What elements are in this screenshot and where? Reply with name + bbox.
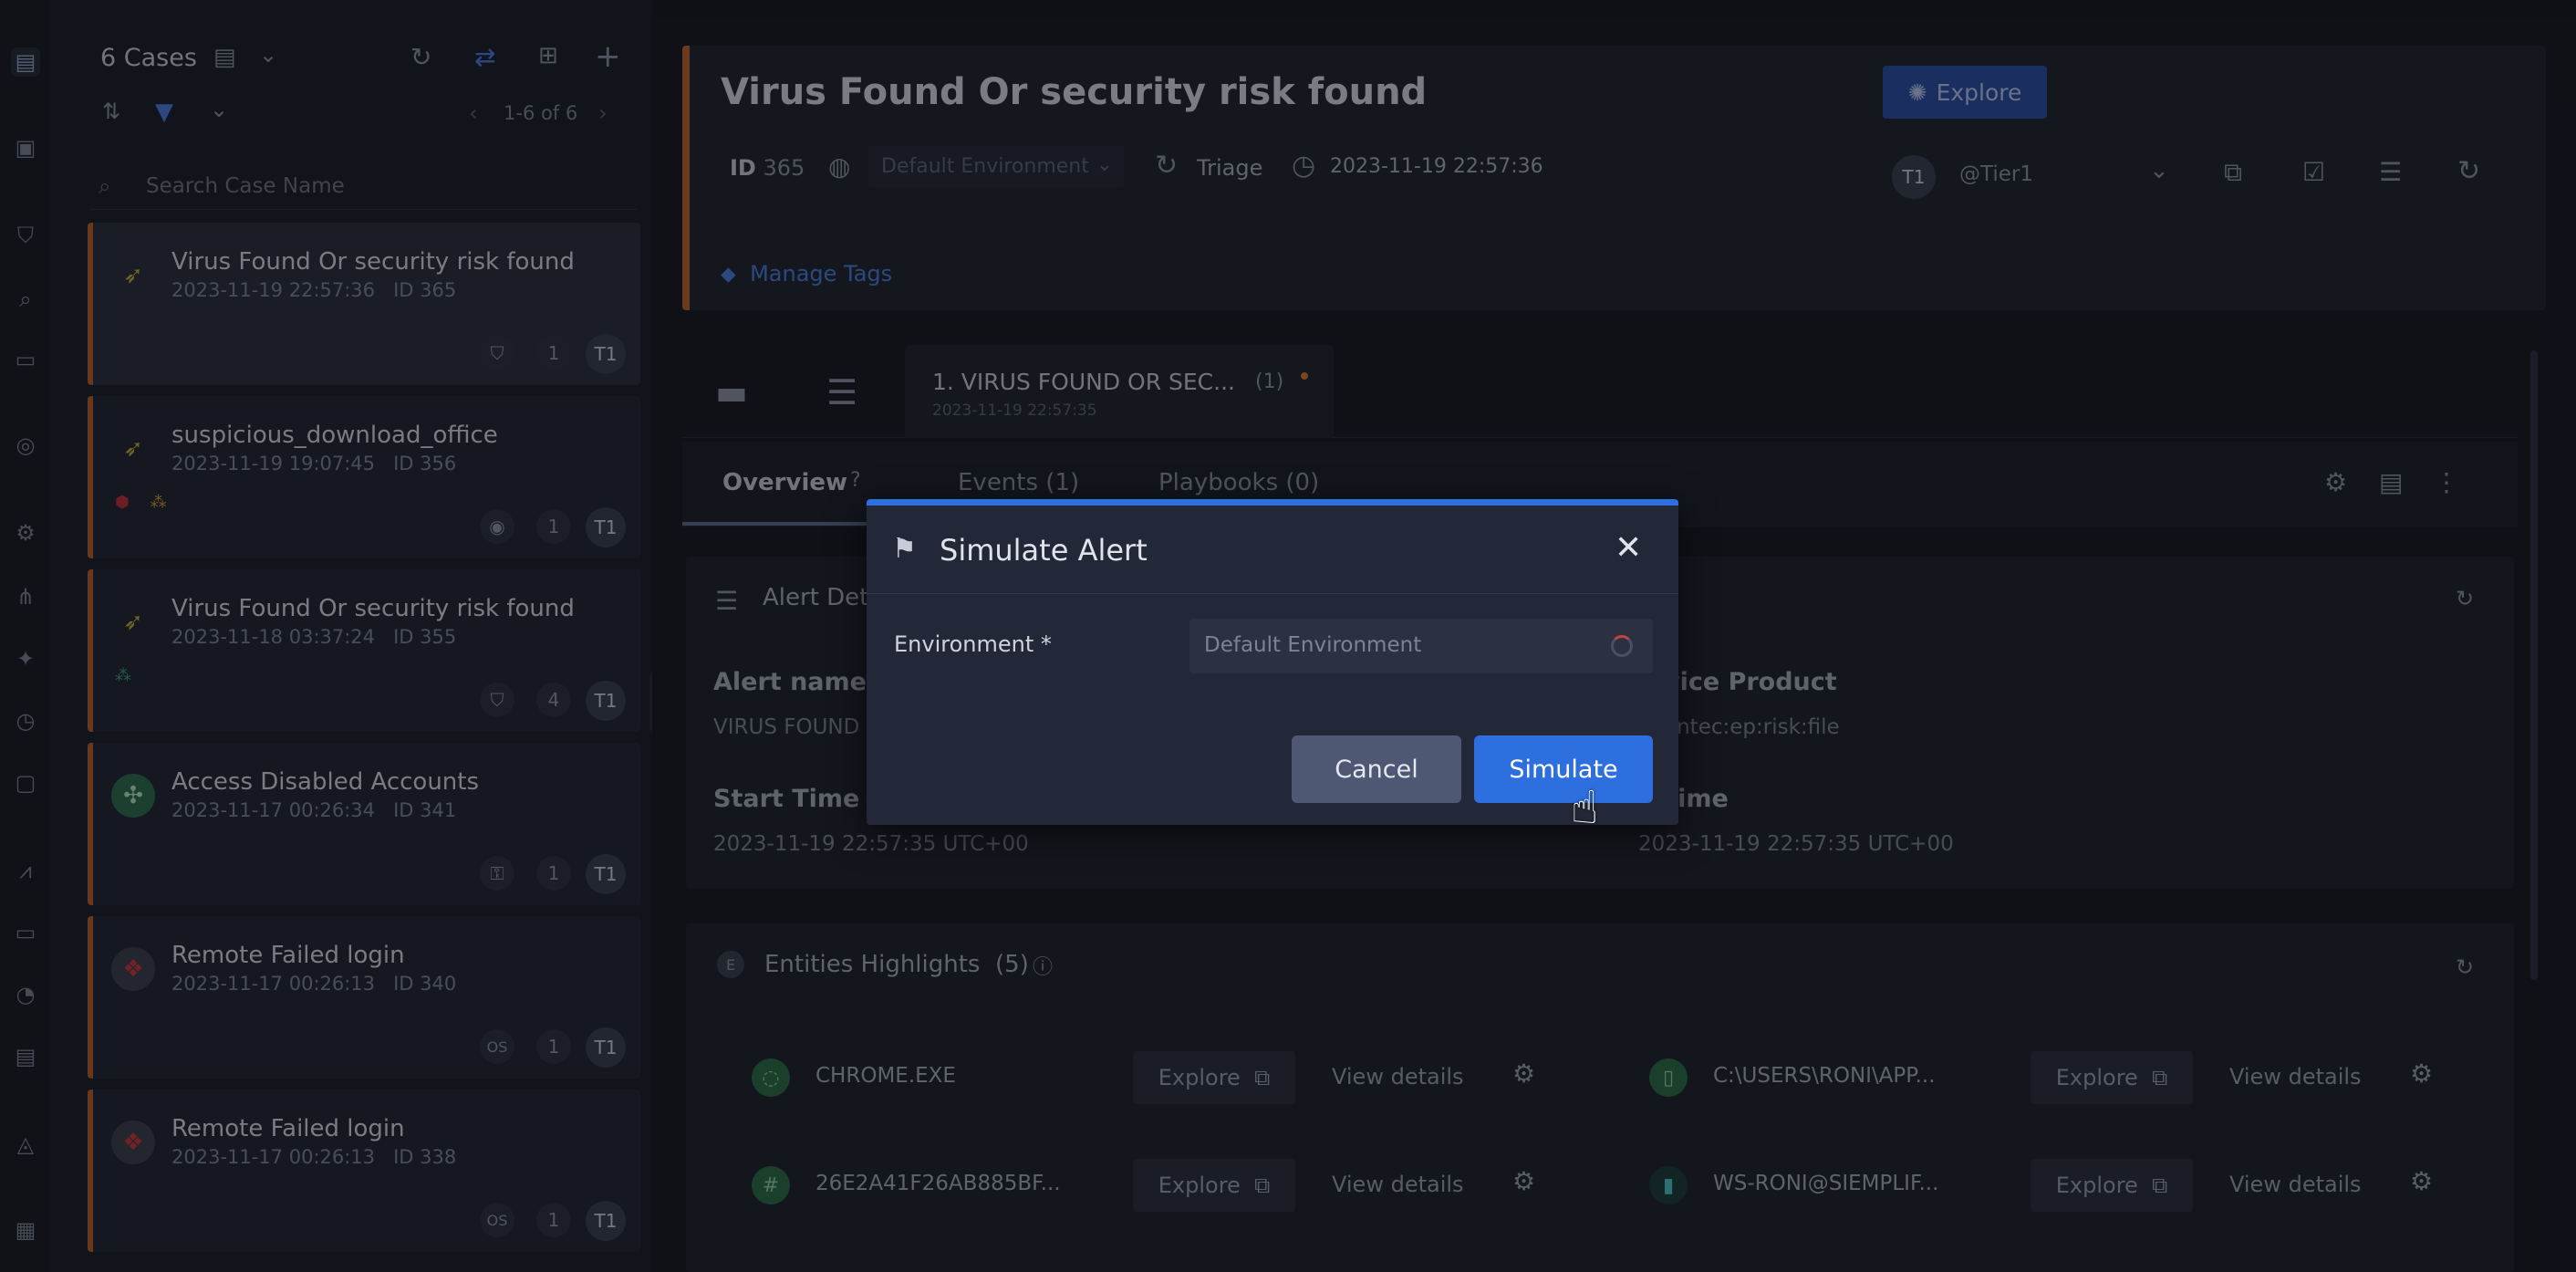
environment-label: Environment * <box>894 631 1052 657</box>
simulate-alert-dialog: ⚑ Simulate Alert ✕ Environment * Default… <box>867 499 1678 825</box>
divider <box>867 593 1678 594</box>
hand-cursor-icon: ☝ <box>1571 781 1599 834</box>
loading-spinner <box>1611 635 1633 657</box>
simulate-button[interactable]: Simulate <box>1474 735 1653 803</box>
flag-icon: ⚑ <box>892 533 917 565</box>
environment-select[interactable]: Default Environment <box>1189 619 1653 673</box>
cancel-button[interactable]: Cancel <box>1292 735 1461 803</box>
close-icon[interactable]: ✕ <box>1615 529 1642 567</box>
dialog-title: Simulate Alert <box>940 533 1148 568</box>
